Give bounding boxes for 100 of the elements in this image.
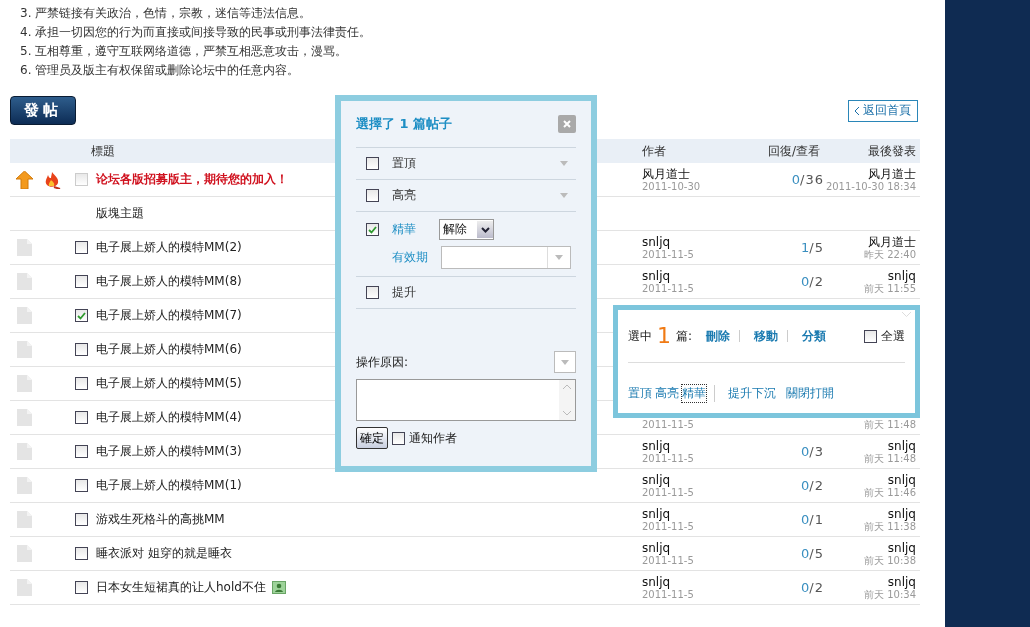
reply-count: 0 bbox=[801, 580, 810, 595]
action-link[interactable]: 移動 bbox=[745, 330, 789, 342]
author-name[interactable]: 风月道士 bbox=[642, 166, 690, 181]
thread-title[interactable]: 电子展上娇人的模特MM(5) bbox=[96, 375, 242, 392]
rule-text: 3. 严禁链接有关政治，色情，宗教，迷信等违法信息。 bbox=[20, 5, 313, 21]
checkbox[interactable] bbox=[74, 479, 88, 492]
last-post-time: 前天 11:46 bbox=[864, 486, 916, 499]
checkbox[interactable] bbox=[366, 157, 379, 170]
last-poster[interactable]: snljq bbox=[887, 540, 916, 555]
column-header: 回復/查看 bbox=[766, 142, 821, 160]
author-name[interactable]: snljq bbox=[642, 506, 671, 521]
last-post-time: 昨天 22:40 bbox=[864, 248, 916, 261]
reply-count: 0 bbox=[801, 478, 810, 493]
document-icon bbox=[16, 375, 32, 392]
selected-label: 篇: bbox=[676, 327, 693, 345]
thread-title[interactable]: 电子展上娇人的模特MM(6) bbox=[96, 341, 242, 358]
thread-title[interactable]: 电子展上娇人的模特MM(7) bbox=[96, 307, 242, 324]
notify-label: 通知作者 bbox=[409, 429, 457, 447]
view-count: /2 bbox=[809, 580, 824, 595]
view-count: /1 bbox=[809, 512, 824, 527]
thread-title[interactable]: 电子展上娇人的模特MM(1) bbox=[96, 477, 242, 494]
expiry-field[interactable] bbox=[441, 246, 571, 269]
post-date: 2011-11-5 bbox=[642, 282, 694, 295]
reply-count: 0 bbox=[791, 172, 801, 187]
thread-title[interactable]: 电子展上娇人的模特MM(2) bbox=[96, 239, 242, 256]
checkbox[interactable] bbox=[74, 343, 88, 356]
view-count: /5 bbox=[809, 240, 824, 255]
option-label: 高亮 bbox=[392, 187, 417, 204]
checkbox[interactable] bbox=[74, 547, 88, 560]
document-icon bbox=[16, 239, 32, 256]
thread-title[interactable]: 日本女生短裙真的让人hold不住 bbox=[96, 579, 266, 596]
action-link[interactable]: 精華 bbox=[682, 384, 706, 402]
option-label: 提升 bbox=[392, 284, 417, 301]
view-count: /3 bbox=[809, 444, 824, 459]
author-name[interactable]: snljq bbox=[642, 268, 671, 283]
action-link[interactable]: 高亮 bbox=[655, 384, 679, 402]
thread-title[interactable]: 论坛各版招募版主，期待您的加入！ bbox=[96, 171, 288, 188]
confirm-button[interactable]: 確定 bbox=[356, 427, 388, 449]
checkbox[interactable] bbox=[74, 445, 88, 458]
checkbox[interactable] bbox=[74, 581, 88, 594]
back-home-button[interactable]: 返回首頁 bbox=[848, 99, 918, 122]
checkbox[interactable] bbox=[392, 431, 405, 445]
checkbox[interactable] bbox=[74, 513, 88, 526]
last-poster[interactable]: snljq bbox=[887, 574, 916, 589]
caret-icon bbox=[555, 255, 563, 260]
reply-count: 0 bbox=[801, 512, 810, 527]
last-post-time: 前天 11:48 bbox=[864, 452, 916, 465]
last-poster[interactable]: snljq bbox=[887, 472, 916, 487]
reason-label: 操作原因: bbox=[356, 353, 409, 371]
checkbox[interactable] bbox=[366, 223, 379, 236]
document-icon bbox=[16, 511, 32, 528]
last-poster[interactable]: snljq bbox=[887, 506, 916, 521]
last-post-time: 前天 10:38 bbox=[864, 554, 916, 567]
checkbox[interactable] bbox=[864, 329, 877, 343]
checkbox[interactable] bbox=[366, 286, 379, 299]
reply-count: 0 bbox=[801, 546, 810, 561]
thread-title[interactable]: 睡衣派对 姐穿的就是睡衣 bbox=[96, 545, 232, 562]
post-button[interactable]: 發帖 bbox=[10, 96, 76, 125]
up-arrow-icon bbox=[15, 170, 33, 189]
checkbox[interactable] bbox=[74, 411, 88, 424]
author-name[interactable]: snljq bbox=[642, 574, 671, 589]
document-icon bbox=[16, 545, 32, 562]
checkbox[interactable] bbox=[366, 189, 379, 202]
post-date: 2011-11-5 bbox=[642, 452, 694, 465]
thread-title[interactable]: 电子展上娇人的模特MM(3) bbox=[96, 443, 242, 460]
action-link[interactable]: 刪除 bbox=[697, 330, 741, 342]
post-date: 2011-11-5 bbox=[642, 418, 694, 431]
thread-title[interactable]: 游戏生死格斗的高挑MM bbox=[96, 511, 225, 528]
author-name[interactable]: snljq bbox=[642, 234, 671, 249]
thread-title[interactable]: 电子展上娇人的模特MM(4) bbox=[96, 409, 242, 426]
checkbox[interactable] bbox=[74, 275, 88, 288]
last-post-time: 前天 10:34 bbox=[864, 588, 916, 601]
column-header: 作者 bbox=[642, 142, 667, 160]
last-poster[interactable]: 风月道士 bbox=[868, 166, 916, 181]
post-date: 2011-11-5 bbox=[642, 486, 694, 499]
thread-title[interactable]: 电子展上娇人的模特MM(8) bbox=[96, 273, 242, 290]
action-link[interactable]: 關閉打開 bbox=[786, 384, 834, 402]
author-name[interactable]: snljq bbox=[642, 472, 671, 487]
action-link[interactable]: 置頂 bbox=[628, 384, 652, 402]
select-field[interactable]: 解除 bbox=[439, 219, 494, 240]
dialog-title: 選擇了 1 篇帖子 bbox=[356, 115, 453, 133]
checkbox[interactable] bbox=[74, 377, 88, 390]
option-label: 置頂 bbox=[392, 155, 417, 172]
reply-count: 1 bbox=[801, 240, 810, 255]
chevron-left-icon bbox=[855, 106, 860, 115]
author-name[interactable]: snljq bbox=[642, 540, 671, 555]
view-count: /2 bbox=[809, 478, 824, 493]
checkbox[interactable] bbox=[74, 241, 88, 254]
action-link[interactable]: 提升下沉 bbox=[728, 384, 776, 402]
action-link[interactable]: 分類 bbox=[793, 330, 836, 342]
last-post-time: 前天 11:55 bbox=[864, 282, 916, 295]
last-poster[interactable]: snljq bbox=[887, 438, 916, 453]
select-all-label: 全選 bbox=[881, 327, 905, 345]
view-count: /5 bbox=[809, 546, 824, 561]
last-poster[interactable]: snljq bbox=[887, 268, 916, 283]
checkbox[interactable] bbox=[74, 309, 88, 322]
last-poster[interactable]: 风月道士 bbox=[868, 234, 916, 249]
document-icon bbox=[16, 307, 32, 324]
rule-text: 6. 管理员及版主有权保留或删除论坛中的任意内容。 bbox=[20, 62, 301, 78]
author-name[interactable]: snljq bbox=[642, 438, 671, 453]
